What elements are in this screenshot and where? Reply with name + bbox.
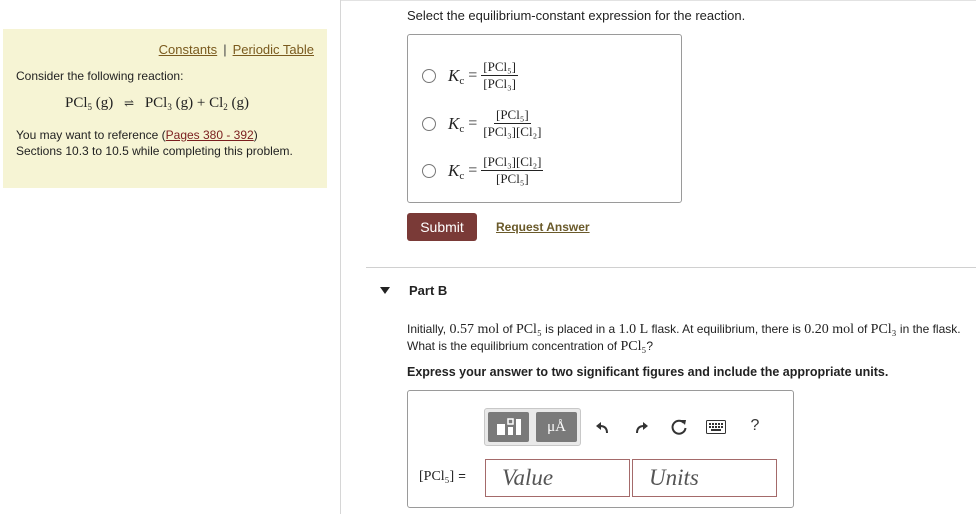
part-b-header[interactable] [366, 267, 976, 313]
kc-fraction: [PCl₅] [PCl₃] [481, 60, 518, 91]
product1-subscript: 3 [167, 102, 172, 112]
equals-sign: = [468, 114, 478, 132]
product2-formula: Cl [209, 95, 224, 111]
species-pcl3: PCl₃ [870, 322, 897, 337]
answer-instruction: Express your answer to two significant f… [407, 365, 889, 379]
equals-sign: = [468, 66, 478, 84]
column-divider [340, 0, 341, 514]
fraction-numerator: [PCl₃][Cl₂] [481, 154, 544, 171]
part-a-prompt: Select the equilibrium-constant expressi… [407, 8, 746, 23]
link-separator: | [223, 42, 227, 57]
reactant-state: (g) [95, 95, 114, 111]
kc-letter: K [448, 160, 460, 180]
kc-subscript: c [459, 169, 465, 182]
kc-letter: K [448, 113, 460, 133]
radio-button-3[interactable] [422, 163, 436, 178]
choice-option-1[interactable]: Kc = [PCl₅] [PCl₃] [422, 60, 518, 91]
fraction-numerator: [PCl₅] [494, 107, 531, 124]
reactant-formula: PCl [65, 95, 88, 111]
submit-button[interactable]: Submit [407, 213, 477, 241]
info-panel: Constants | Periodic Table Consider the fo… [3, 29, 327, 188]
kc-symbol: Kc [448, 65, 465, 87]
value-input[interactable] [485, 459, 630, 497]
answer-label: [PCl₅] = [419, 468, 466, 485]
reactant-subscript: 5 [87, 102, 93, 112]
answer-equals: = [458, 468, 466, 483]
consider-text: Consider the following reaction: [16, 69, 184, 83]
kc-symbol: Kc [448, 113, 465, 135]
redo-icon[interactable] [631, 416, 651, 438]
part-b-question: Initially, 0.57 mol of PCl₅ is placed in… [407, 321, 969, 355]
help-icon[interactable]: ? [746, 415, 764, 437]
question-text: ? [646, 339, 654, 353]
keyboard-icon[interactable] [705, 418, 727, 436]
fraction-numerator: [PCl₅] [481, 59, 518, 76]
reset-icon[interactable] [668, 416, 690, 438]
pages-link[interactable]: Pages 380 - 392 [166, 128, 254, 142]
kc-subscript: c [459, 122, 465, 135]
answer-species: [PCl₅] [419, 469, 455, 484]
question-text: is placed in a [541, 322, 619, 336]
equilibrium-arrow: ⇌ [124, 96, 135, 110]
constants-link[interactable]: Constants [159, 42, 218, 57]
periodic-table-link[interactable]: Periodic Table [233, 42, 314, 57]
request-answer-link[interactable]: Request Answer [496, 220, 590, 234]
question-text: of [499, 322, 516, 336]
question-text: of [853, 322, 871, 336]
question-text: Initially, [407, 322, 450, 336]
kc-fraction: [PCl₅] [PCl₃][Cl₂] [481, 108, 543, 139]
fraction-denominator: [PCl₅] [496, 171, 529, 186]
kc-subscript: c [459, 74, 465, 87]
species-pcl5: PCl₅ [620, 339, 647, 354]
kc-letter: K [448, 65, 460, 85]
collapse-caret-icon[interactable] [380, 287, 390, 294]
fraction-denominator: [PCl₃] [483, 76, 516, 91]
reaction-equation: PCl5 (g) ⇌ PCl3 (g) + Cl2 (g) [65, 95, 249, 112]
math-toolbar: μÅ [484, 408, 581, 446]
reference-text: You may want to reference (Pages 380 - 3… [16, 127, 296, 159]
equilibrium-amount: 0.20 mol [804, 322, 854, 337]
choice-option-3[interactable]: Kc = [PCl₃][Cl₂] [PCl₅] [422, 154, 544, 186]
radio-button-2[interactable] [422, 116, 436, 131]
equals-sign: = [468, 161, 478, 179]
product2-state: (g) [231, 95, 250, 111]
product1-state: (g) [175, 95, 194, 111]
product2-subscript: 2 [223, 102, 228, 112]
kc-symbol: Kc [448, 160, 465, 182]
kc-fraction: [PCl₃][Cl₂] [PCl₅] [481, 154, 544, 186]
species-pcl5: PCl₅ [515, 322, 542, 337]
question-text: flask. At equilibrium, there is [648, 322, 805, 336]
fraction-denominator: [PCl₃][Cl₂] [483, 124, 542, 139]
choice-list: Kc = [PCl₅] [PCl₃] Kc = [PCl₅] [PCl₃][Cl… [407, 34, 682, 203]
resource-links: Constants | Periodic Table [159, 42, 314, 57]
part-b-title: Part B [409, 283, 448, 298]
top-rule [341, 0, 976, 1]
template-icon [496, 418, 521, 435]
reference-before: You may want to reference ( [16, 128, 166, 142]
flask-volume: 1.0 L [618, 322, 649, 337]
choice-option-2[interactable]: Kc = [PCl₅] [PCl₃][Cl₂] [422, 108, 543, 139]
initial-amount: 0.57 mol [449, 322, 500, 337]
units-button[interactable]: μÅ [536, 412, 577, 442]
radio-button-1[interactable] [422, 68, 436, 83]
product1-formula: PCl [144, 95, 168, 111]
undo-icon[interactable] [593, 416, 613, 438]
plus-sign: + [196, 95, 206, 111]
units-input[interactable] [632, 459, 777, 497]
template-button[interactable] [488, 412, 529, 442]
units-glyph: μÅ [547, 418, 566, 435]
